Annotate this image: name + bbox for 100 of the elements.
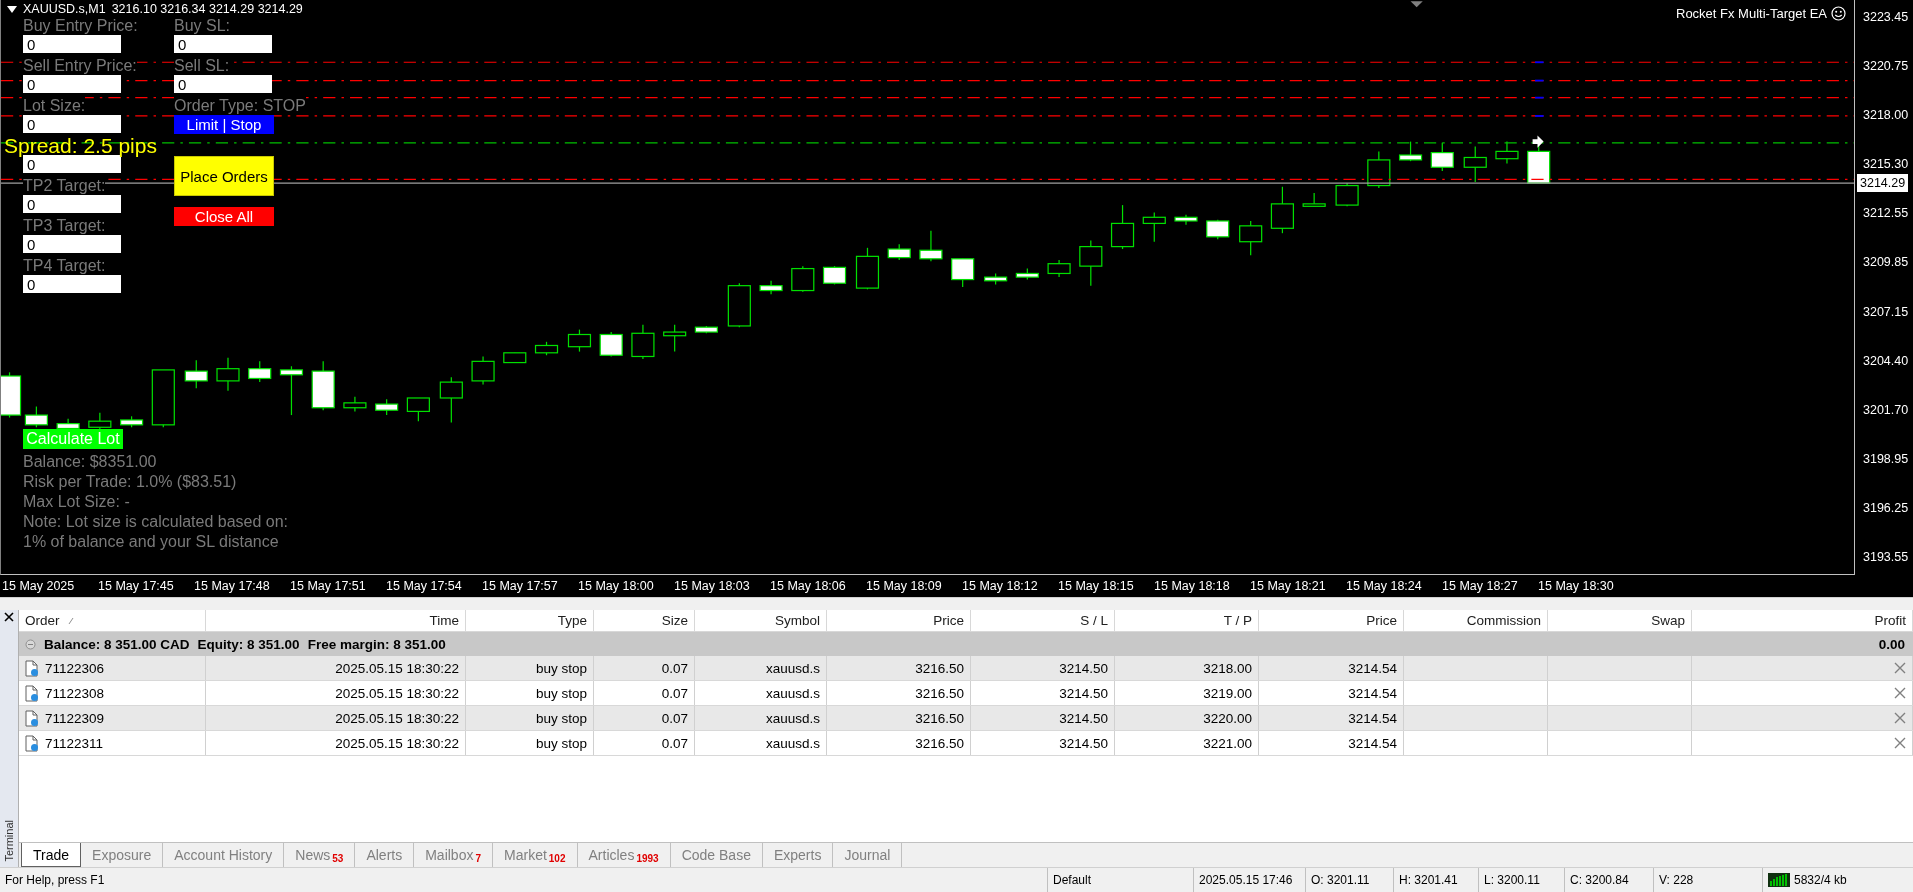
price-label: 3196.25 xyxy=(1862,499,1910,517)
column-header[interactable]: Symbol xyxy=(775,613,820,628)
candlestick xyxy=(1398,141,1423,162)
table-cell: buy stop xyxy=(535,660,587,676)
panel-button[interactable]: Place Orders xyxy=(174,156,274,196)
candlestick xyxy=(1430,142,1454,172)
input-field[interactable]: 0 xyxy=(174,75,272,93)
time-label: 15 May 18:21 xyxy=(1250,578,1327,595)
column-header[interactable]: Size xyxy=(661,613,688,628)
time-label: 15 May 17:54 xyxy=(386,578,463,595)
smiley-icon xyxy=(1831,6,1846,21)
expert-name: Rocket Fx Multi-Target EA xyxy=(1676,6,1827,21)
candlestick xyxy=(631,324,655,360)
table-cell: 3214.54 xyxy=(1348,660,1397,676)
terminal-tab[interactable]: Trade xyxy=(21,843,82,868)
candlestick xyxy=(1015,267,1039,281)
candlestick xyxy=(887,243,911,261)
price-label: 3220.75 xyxy=(1862,58,1910,76)
candlestick xyxy=(1206,219,1230,240)
candlestick xyxy=(279,365,304,416)
column-header[interactable]: Price xyxy=(1366,613,1397,628)
summary-text: Free margin: 8 351.00 xyxy=(307,636,446,652)
input-field[interactable]: 0 xyxy=(23,35,121,53)
candlestick xyxy=(791,265,815,293)
column-header[interactable]: Profit xyxy=(1874,613,1906,628)
table-cell: 3214.54 xyxy=(1348,735,1397,751)
summary-text: Balance: 8 351.00 CAD xyxy=(44,636,190,652)
table-cell: xauusd.s xyxy=(765,660,820,676)
column-header[interactable]: Type xyxy=(557,613,587,628)
candlestick xyxy=(663,324,687,353)
input-field[interactable]: 0 xyxy=(23,75,121,93)
table-cell: 2025.05.15 18:30:22 xyxy=(335,685,459,701)
candlestick xyxy=(1142,211,1166,243)
panel-label: Terminal xyxy=(3,819,15,862)
candlestick xyxy=(375,398,399,416)
profit-total: 0.00 xyxy=(1878,636,1905,652)
candlestick xyxy=(534,341,559,356)
column-header[interactable]: Order xyxy=(25,613,60,628)
table-cell: 71122306 xyxy=(45,660,105,676)
tab-label: Code Base xyxy=(681,847,751,864)
candlestick xyxy=(984,272,1008,286)
panel-button[interactable]: Limit | Stop xyxy=(174,115,274,134)
table-cell: 3216.50 xyxy=(915,660,964,676)
candlestick xyxy=(822,265,847,286)
column-header[interactable]: Commission xyxy=(1466,613,1541,628)
field-label: Sell Entry Price: xyxy=(23,57,137,75)
column-header[interactable]: Price xyxy=(933,613,964,628)
order-icon xyxy=(25,734,39,752)
order-icon xyxy=(25,709,39,727)
column-header[interactable]: S / L xyxy=(1080,613,1108,628)
count-label: 1993 xyxy=(636,853,659,867)
table-cell: xauusd.s xyxy=(765,710,820,726)
panel-button[interactable]: Close All xyxy=(174,207,274,226)
column-header[interactable]: T / P xyxy=(1223,613,1252,628)
column-header[interactable]: Time xyxy=(429,613,459,628)
caret-icon[interactable] xyxy=(7,5,17,14)
table-cell: 71122308 xyxy=(45,685,105,701)
input-field[interactable]: 0 xyxy=(23,235,121,253)
table-cell: 71122309 xyxy=(45,710,105,726)
candlestick xyxy=(1270,186,1294,234)
price-label: 3201.70 xyxy=(1862,401,1910,419)
input-field[interactable]: 0 xyxy=(23,195,121,213)
tab-label: Trade xyxy=(33,846,70,863)
candlestick xyxy=(759,280,783,295)
collapse-icon[interactable] xyxy=(25,638,36,650)
order-icon xyxy=(25,659,39,677)
table-cell: 3214.50 xyxy=(1059,685,1108,701)
time-label: 15 May 18:30 xyxy=(1538,578,1615,595)
price-label: 3223.45 xyxy=(1862,9,1910,26)
input-field[interactable]: 0 xyxy=(23,275,121,293)
table-cell: 3221.00 xyxy=(1203,735,1252,751)
time-label: 15 May 18:12 xyxy=(962,578,1039,595)
time-label: 15 May 18:18 xyxy=(1154,578,1231,595)
candlestick xyxy=(1,371,22,419)
price-label: 3212.55 xyxy=(1862,205,1910,223)
input-field[interactable]: 0 xyxy=(174,35,272,53)
candlestick xyxy=(1110,204,1135,250)
candlestick xyxy=(24,405,48,428)
table-cell: 0.07 xyxy=(661,710,688,726)
column-header[interactable]: Swap xyxy=(1651,613,1685,628)
field-label: TP4 Target: xyxy=(23,257,106,275)
candlestick xyxy=(1335,182,1359,207)
table-cell: 3214.50 xyxy=(1059,735,1108,751)
candlestick xyxy=(855,247,880,290)
table-cell: 3214.54 xyxy=(1348,710,1397,726)
field-label: Buy SL: xyxy=(174,17,231,35)
time-label: 15 May 17:45 xyxy=(98,578,175,595)
candlestick xyxy=(694,325,718,334)
field-label: TP3 Target: xyxy=(23,217,106,235)
time-label: 15 May 18:24 xyxy=(1346,578,1423,595)
table-cell: 2025.05.15 18:30:22 xyxy=(335,735,459,751)
table-cell: 3214.50 xyxy=(1059,660,1108,676)
info-text: Note: Lot size is calculated based on: xyxy=(23,512,289,532)
field-label: TP2 Target: xyxy=(23,177,106,195)
input-field[interactable]: 0 xyxy=(23,155,121,173)
close-icon[interactable] xyxy=(4,612,14,622)
spread-label: Spread: 2.5 pips xyxy=(4,134,157,158)
input-field[interactable]: 0 xyxy=(23,115,121,133)
candlestick xyxy=(919,230,943,262)
time-label: 15 May 17:48 xyxy=(194,578,271,595)
